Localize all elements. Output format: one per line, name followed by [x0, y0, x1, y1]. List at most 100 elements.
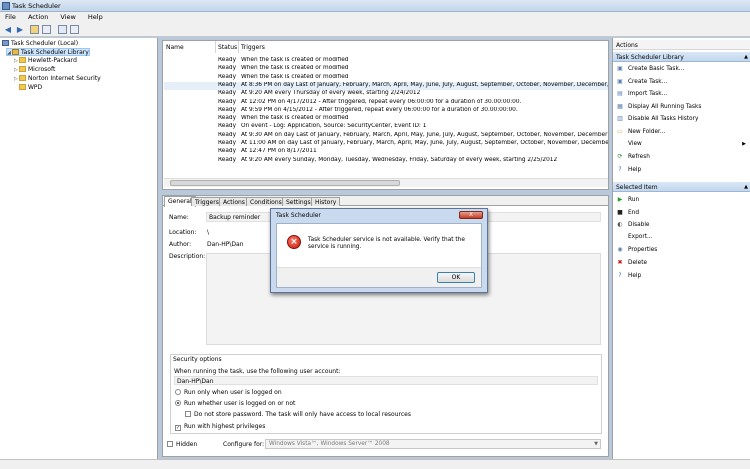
- task-row[interactable]: {9CDF8803-3...ReadyWhen the task is crea…: [164, 74, 608, 82]
- checkbox-do-not-store-password[interactable]: Do not store password. The task will onl…: [185, 411, 411, 418]
- configure-for-dropdown[interactable]: Windows Vista™, Windows Server™ 2008 ▼: [265, 439, 601, 449]
- action-item[interactable]: ◉ Properties: [616, 246, 748, 255]
- horizontal-scrollbar[interactable]: [164, 178, 608, 187]
- action-item[interactable]: ▣ Create Task...: [616, 78, 748, 87]
- security-options-title: Security options: [173, 356, 222, 363]
- up-folder-icon[interactable]: [30, 25, 39, 34]
- task-row[interactable]: HPCeeSched...ReadyAt 12:02 PM on 4/17/20…: [164, 99, 608, 107]
- checkbox[interactable]: [167, 441, 173, 447]
- action-item[interactable]: ▦ Display All Running Tasks: [616, 103, 748, 112]
- task-row[interactable]: ServicePlanReadyAt 12:47 PM on 8/17/2011: [164, 148, 608, 156]
- action-item[interactable]: ⟳ Refresh: [616, 153, 748, 162]
- task-status: Ready: [218, 140, 236, 146]
- hidden-checkbox[interactable]: Hidden: [167, 441, 197, 448]
- task-status: Ready: [218, 131, 236, 138]
- task-status: Ready: [218, 65, 236, 72]
- back-arrow-icon[interactable]: ◀: [3, 25, 13, 35]
- radio-run-whether-logged-on[interactable]: Run whether user is logged on or not: [175, 400, 295, 407]
- task-row[interactable]: {7537225B-2...ReadyWhen the task is crea…: [164, 65, 608, 73]
- tab-settings[interactable]: Settings: [282, 197, 315, 206]
- tree-item-folder[interactable]: ▷ Norton Internet Security: [14, 75, 101, 83]
- action-item[interactable]: ▣ Create Basic Task...: [616, 65, 748, 74]
- chevron-down-icon[interactable]: ▼: [594, 441, 598, 447]
- folder-icon: [19, 66, 26, 72]
- action-item[interactable]: ▶ Run: [616, 196, 748, 205]
- create-task-icon: ▣: [617, 77, 623, 85]
- ok-button[interactable]: OK: [437, 272, 475, 283]
- task-list: Name Status Triggers {6E53FDAE-F...Ready…: [162, 40, 609, 190]
- menu-help[interactable]: Help: [83, 12, 108, 21]
- properties-icon: ◉: [617, 246, 623, 254]
- task-row[interactable]: Remember t...ReadyAt 11:00 AM on day Las…: [164, 140, 608, 148]
- tab-conditions[interactable]: Conditions: [246, 197, 286, 206]
- collapse-arrow-icon[interactable]: ▲: [744, 184, 748, 190]
- scrollbar-thumb[interactable]: [170, 180, 400, 186]
- tab-history[interactable]: History: [311, 197, 341, 206]
- action-item[interactable]: ▤ Import Task...: [616, 90, 748, 99]
- tree-item-folder[interactable]: ▷ Microsoft: [14, 66, 55, 74]
- collapse-arrow-icon[interactable]: ▲: [744, 54, 748, 60]
- action-item[interactable]: ■ End: [616, 209, 748, 218]
- menu-bar: File Action View Help: [0, 12, 750, 23]
- task-trigger: At 12:47 PM on 8/17/2011: [241, 148, 317, 155]
- checkbox-checked[interactable]: ✓: [175, 425, 181, 431]
- task-row[interactable]: Wake upReadyAt 9:20 AM every Sunday, Mon…: [164, 157, 608, 165]
- actions-section-library[interactable]: Task Scheduler Library ▲: [613, 52, 750, 62]
- tree-folder-label: Norton Internet Security: [28, 75, 101, 82]
- task-trigger: At 12:02 PM on 4/17/2012 - After trigger…: [241, 98, 522, 105]
- refresh-icon: ⟳: [617, 153, 623, 161]
- window-title: Task Scheduler: [12, 2, 61, 10]
- task-row[interactable]: Backup remi...ReadyAt 8:36 PM on day Las…: [164, 81, 608, 90]
- menu-action[interactable]: Action: [23, 12, 53, 21]
- tree-item-folder[interactable]: WPD: [14, 84, 42, 92]
- task-row[interactable]: HPCeeSched...ReadyAt 9:59 PM on 4/15/201…: [164, 107, 608, 115]
- column-header-status[interactable]: Status: [218, 44, 237, 51]
- action-item[interactable]: Export...: [616, 234, 748, 243]
- action-item[interactable]: View ▶: [616, 141, 748, 150]
- import-task-icon: ▤: [617, 90, 623, 98]
- radio-button-selected[interactable]: [175, 400, 181, 406]
- action-item[interactable]: ✖ Delete: [616, 259, 748, 268]
- tree-folder-label: Hewlett-Packard: [28, 57, 77, 64]
- action-item[interactable]: ◐ Disable: [616, 221, 748, 230]
- checkbox[interactable]: [185, 411, 191, 417]
- menu-file[interactable]: File: [0, 12, 21, 21]
- author-label: Author:: [169, 241, 192, 248]
- task-status: Ready: [218, 106, 236, 113]
- task-row[interactable]: pluginUBackupReadyAt 9:30 AM on day Last…: [164, 132, 608, 140]
- column-header-triggers[interactable]: Triggers: [241, 44, 265, 51]
- task-row[interactable]: Norton WSC ...ReadyOn event - Log: Appli…: [164, 123, 608, 131]
- location-label: Location:: [169, 229, 197, 236]
- end-icon: ■: [617, 208, 623, 216]
- menu-view[interactable]: View: [55, 12, 80, 21]
- action-item[interactable]: ▥ Disable All Tasks History: [616, 115, 748, 124]
- action-item[interactable]: ? Help: [616, 166, 748, 175]
- show-hide-action-pane-icon[interactable]: [70, 25, 79, 34]
- task-status: Ready: [218, 115, 236, 122]
- task-trigger: When the task is created or modified: [241, 57, 349, 63]
- show-hide-console-tree-icon[interactable]: [42, 25, 51, 34]
- dialog-close-button[interactable]: X: [459, 211, 483, 219]
- new-folder-icon: ▭: [617, 128, 623, 135]
- tree-item-root[interactable]: Task Scheduler (Local): [2, 40, 78, 48]
- description-label: Description:: [169, 253, 206, 260]
- task-status: Ready: [218, 123, 236, 130]
- actions-header: Actions: [613, 40, 750, 50]
- task-row[interactable]: Microsoft_H...ReadyWhen the task is crea…: [164, 115, 608, 123]
- action-item[interactable]: ▭ New Folder...: [616, 128, 748, 137]
- task-row[interactable]: BonesReadyAt 9:20 AM every Thursday of e…: [164, 90, 608, 98]
- forward-arrow-icon[interactable]: ▶: [15, 25, 25, 35]
- radio-button[interactable]: [175, 389, 181, 395]
- tab-actions[interactable]: Actions: [219, 197, 249, 206]
- tree-item-library[interactable]: ◢ Task Scheduler Library: [6, 48, 90, 56]
- column-header-name[interactable]: Name: [166, 44, 184, 51]
- tree-item-folder[interactable]: ▷ Hewlett-Packard: [14, 57, 77, 65]
- actions-section-selected-item[interactable]: Selected Item ▲: [613, 182, 750, 192]
- history-icon: ▥: [617, 115, 623, 123]
- checkbox-highest-privileges[interactable]: ✓ Run with highest privileges: [175, 423, 265, 431]
- help-icon[interactable]: [58, 25, 67, 34]
- action-item[interactable]: ? Help: [616, 272, 748, 281]
- radio-run-when-logged-on[interactable]: Run only when user is logged on: [175, 389, 282, 396]
- status-bar: [0, 459, 750, 469]
- task-row[interactable]: {6E53FDAE-F...ReadyWhen the task is crea…: [164, 57, 608, 65]
